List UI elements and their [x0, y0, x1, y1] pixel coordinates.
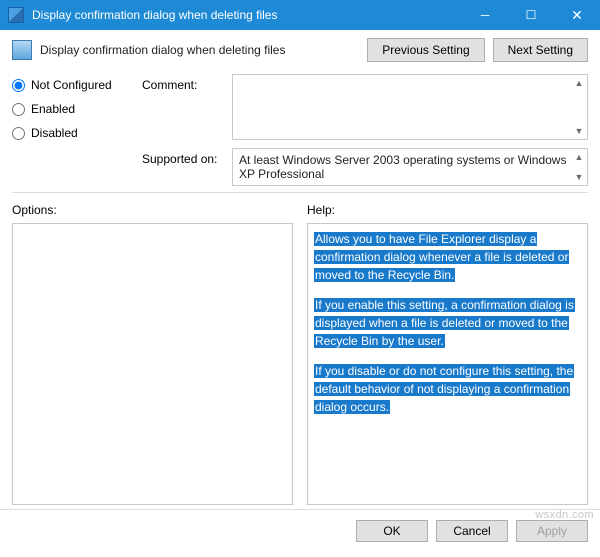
fields-area: Comment: ▲ ▼ Supported on: At least Wind… [142, 74, 588, 186]
ok-button[interactable]: OK [356, 520, 428, 542]
radio-disabled-label: Disabled [31, 126, 78, 140]
window-icon [8, 7, 24, 23]
apply-button[interactable]: Apply [516, 520, 588, 542]
radio-enabled-input[interactable] [12, 103, 25, 116]
help-panel: Help: Allows you to have File Explorer d… [307, 203, 588, 505]
next-setting-button[interactable]: Next Setting [493, 38, 588, 62]
help-body[interactable]: Allows you to have File Explorer display… [307, 223, 588, 505]
radio-not-configured[interactable]: Not Configured [12, 78, 142, 92]
chevron-down-icon[interactable]: ▼ [572, 124, 586, 138]
maximize-button[interactable]: ☐ [508, 0, 554, 30]
help-label: Help: [307, 203, 588, 217]
comment-label: Comment: [142, 78, 197, 92]
comment-row: Comment: ▲ ▼ [142, 74, 588, 140]
titlebar: Display confirmation dialog when deletin… [0, 0, 600, 30]
policy-icon [12, 40, 32, 60]
radio-disabled-input[interactable] [12, 127, 25, 140]
panels-row: Options: Help: Allows you to have File E… [12, 203, 588, 505]
nav-buttons: Previous Setting Next Setting [367, 38, 588, 62]
close-button[interactable]: ✕ [554, 0, 600, 30]
radio-enabled[interactable]: Enabled [12, 102, 142, 116]
radio-enabled-label: Enabled [31, 102, 75, 116]
options-body[interactable] [12, 223, 293, 505]
help-paragraph-1: Allows you to have File Explorer display… [314, 232, 569, 282]
comment-field[interactable] [232, 74, 588, 140]
radio-not-configured-input[interactable] [12, 79, 25, 92]
minimize-button[interactable]: ─ [462, 0, 508, 30]
supported-on-field: At least Windows Server 2003 operating s… [232, 148, 588, 186]
radio-not-configured-label: Not Configured [31, 78, 112, 92]
previous-setting-button[interactable]: Previous Setting [367, 38, 484, 62]
supported-row: Supported on: At least Windows Server 20… [142, 148, 588, 186]
options-panel: Options: [12, 203, 293, 505]
help-paragraph-2: If you enable this setting, a confirmati… [314, 298, 575, 348]
radio-disabled[interactable]: Disabled [12, 126, 142, 140]
supported-on-label: Supported on: [142, 152, 217, 166]
divider [12, 192, 588, 193]
header-row: Display confirmation dialog when deletin… [12, 38, 588, 62]
footer: OK Cancel Apply [0, 509, 600, 552]
content-area: Display confirmation dialog when deletin… [0, 30, 600, 509]
chevron-up-icon[interactable]: ▲ [572, 76, 586, 90]
window-title: Display confirmation dialog when deletin… [32, 8, 462, 22]
radio-group: Not Configured Enabled Disabled [12, 74, 142, 150]
cancel-button[interactable]: Cancel [436, 520, 508, 542]
help-paragraph-3: If you disable or do not configure this … [314, 364, 574, 414]
policy-title: Display confirmation dialog when deletin… [40, 43, 367, 57]
options-label: Options: [12, 203, 293, 217]
chevron-up-icon[interactable]: ▲ [572, 150, 586, 164]
config-row: Not Configured Enabled Disabled Comment:… [12, 74, 588, 186]
window-controls: ─ ☐ ✕ [462, 0, 600, 30]
chevron-down-icon[interactable]: ▼ [572, 170, 586, 184]
